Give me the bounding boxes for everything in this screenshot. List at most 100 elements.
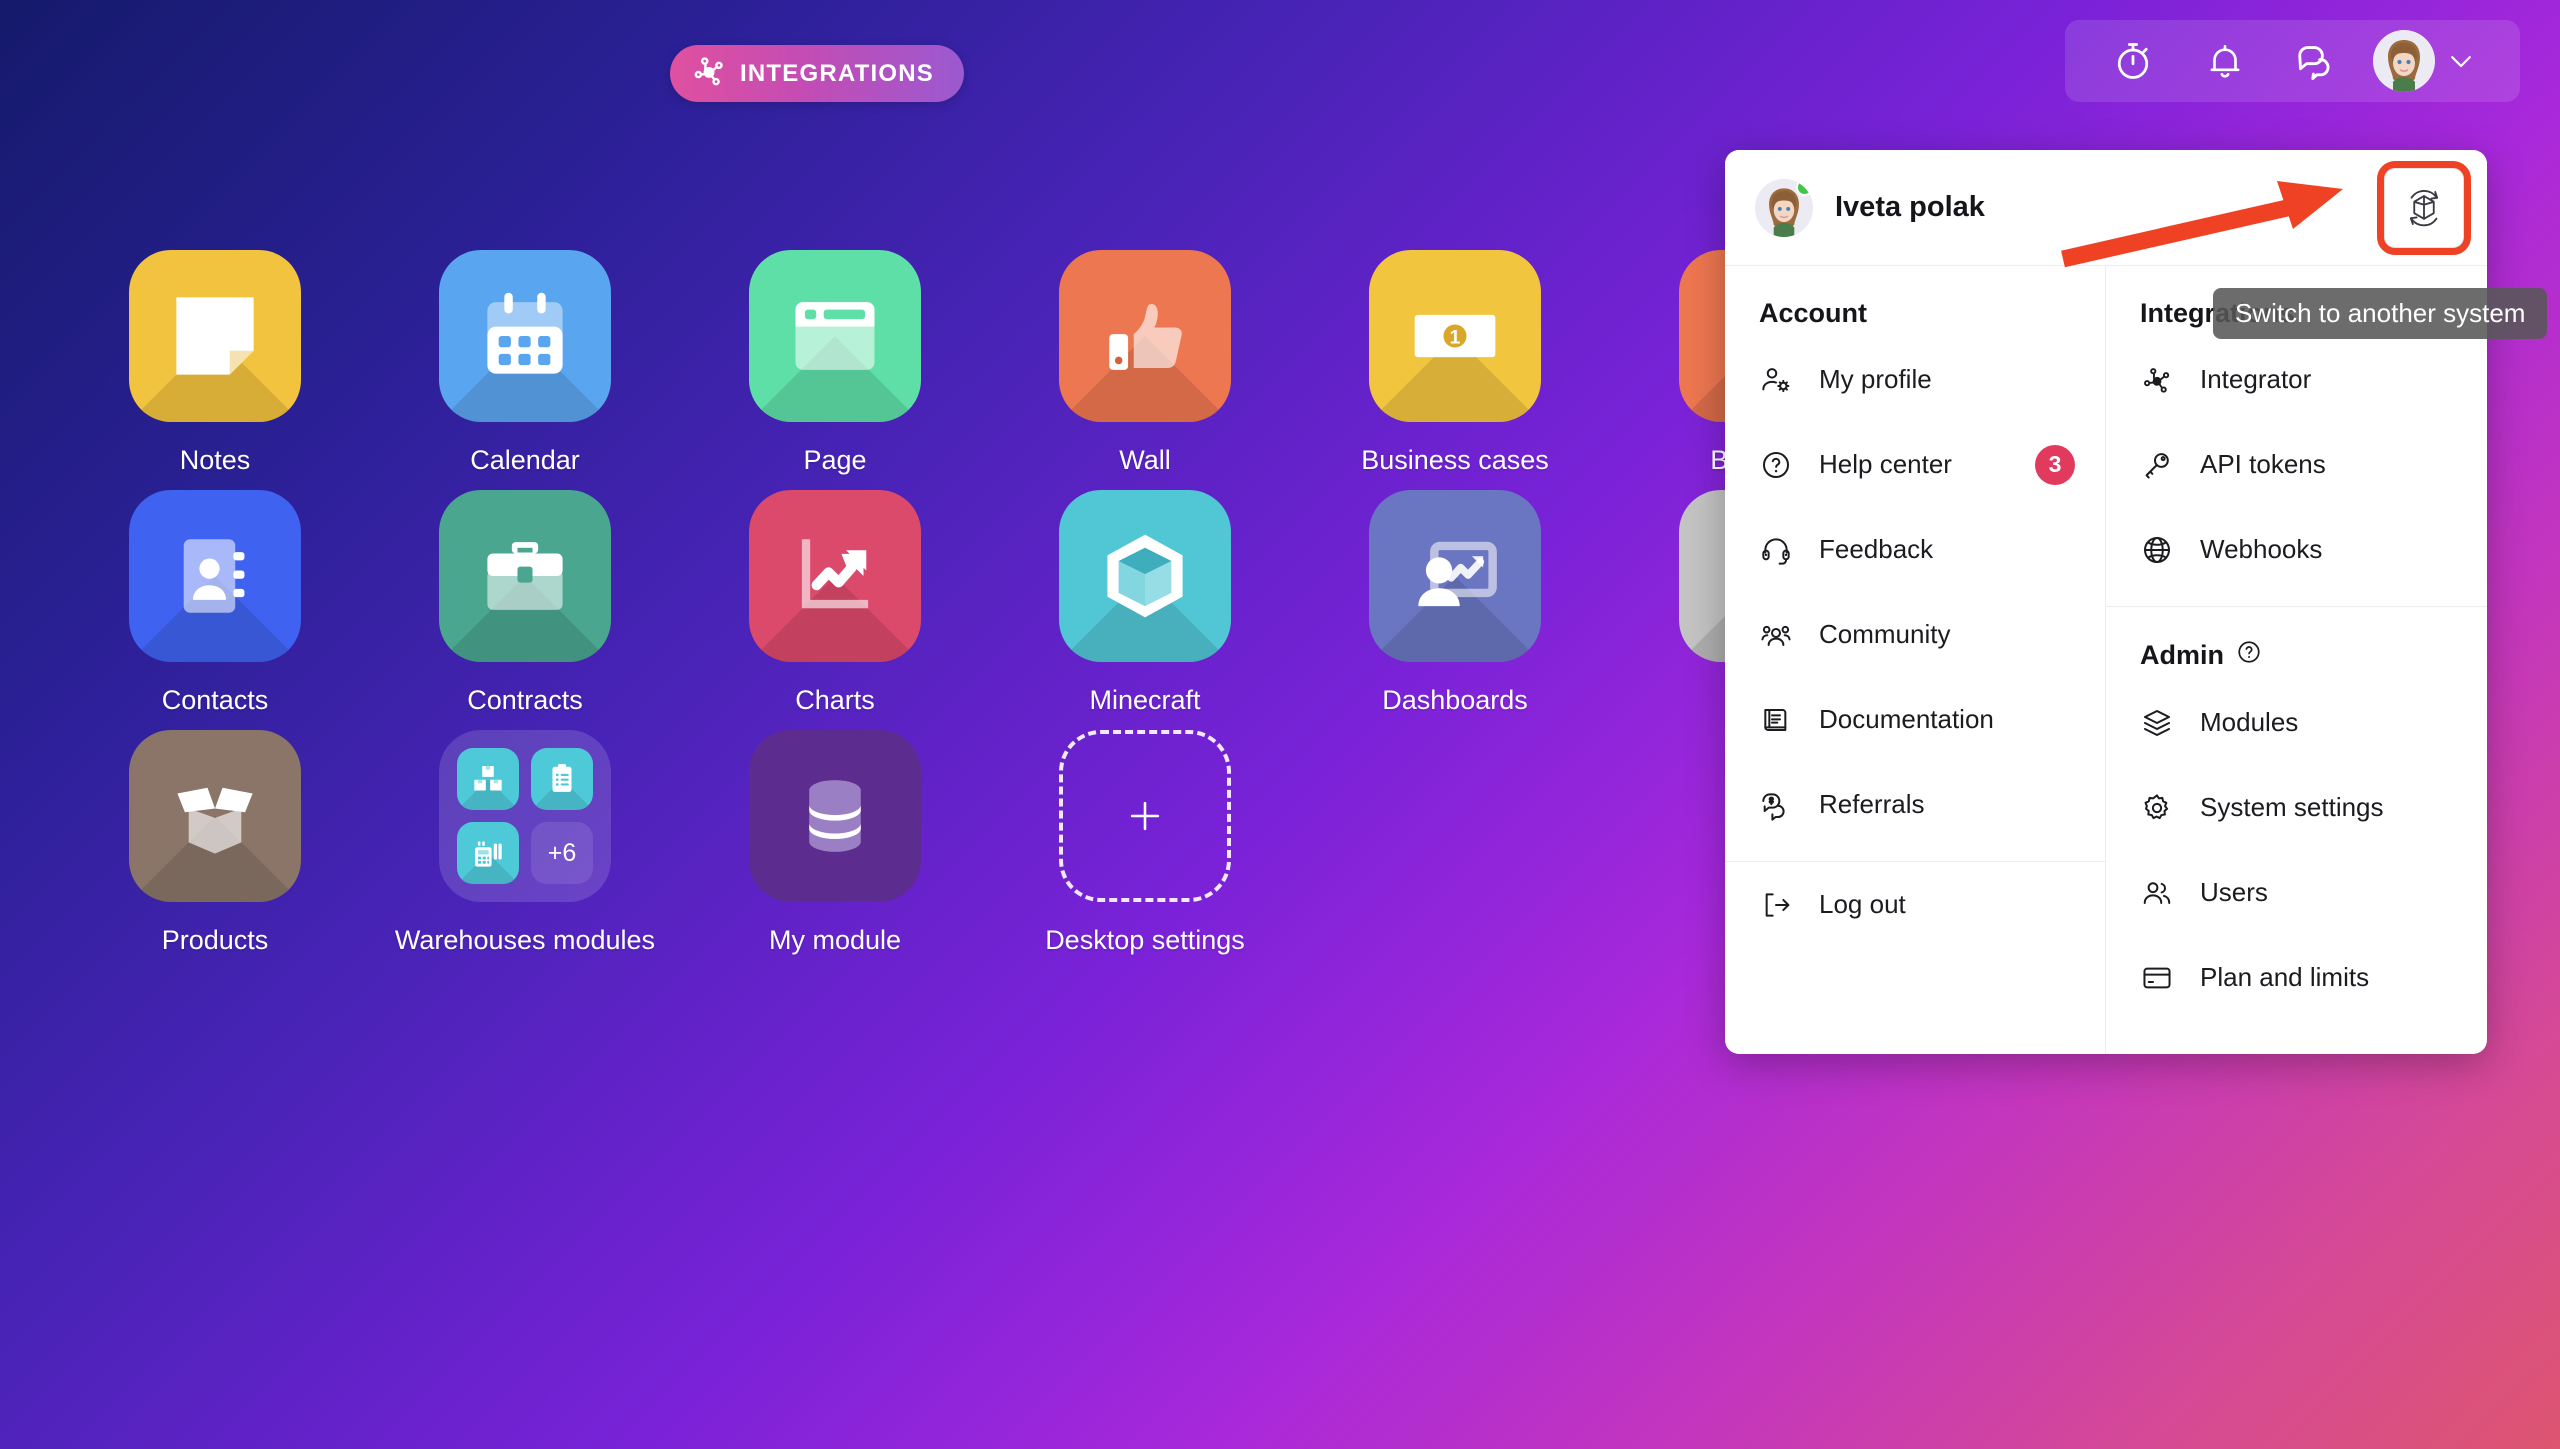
integrations-network-icon [2140,363,2174,397]
app-tile-wall[interactable]: Wall [990,250,1300,490]
folder-more-count: +6 [531,822,593,884]
integrations-badge[interactable]: INTEGRATIONS [670,45,964,102]
app-tile-dashboards[interactable]: Dashboards [1300,490,1610,730]
menu-item-users[interactable]: Users [2106,850,2487,935]
menu-item-label: Help center [1819,449,1952,479]
menu-item-label: Documentation [1819,704,1994,734]
chat-bubbles-icon[interactable] [2271,20,2363,102]
app-icon-minecraft [1059,490,1231,662]
globe-icon [2140,533,2174,567]
add-tile-placeholder[interactable] [1059,730,1231,902]
app-icon-charts [749,490,921,662]
app-label: Products [161,925,269,955]
app-icon-contracts [439,490,611,662]
app-tile-desktop-settings[interactable]: Desktop settings [990,730,1300,970]
app-label: Business cases [1361,445,1549,475]
app-label: Contracts [467,685,583,715]
menu-item-referrals[interactable]: Referrals [1725,762,2105,847]
menu-item-my-profile[interactable]: My profile [1725,337,2105,422]
menu-item-modules[interactable]: Modules [2106,680,2487,765]
app-tile-minecraft[interactable]: Minecraft [990,490,1300,730]
app-icon-calendar [439,250,611,422]
app-tile-business-cases[interactable]: 1 Business cases [1300,250,1610,490]
svg-text:1: 1 [1450,328,1461,349]
menu-item-community[interactable]: Community [1725,592,2105,677]
plus-icon [1130,801,1160,831]
menu-item-label: API tokens [2200,449,2326,479]
logout-icon [1759,888,1793,922]
menu-item-integrator[interactable]: Integrator [2106,337,2487,422]
help-center-badge: 3 [2035,444,2075,485]
app-tile-products[interactable]: Products [60,730,370,970]
app-label: Dashboards [1382,685,1528,715]
cube-refresh-icon [2409,189,2439,226]
database-icon [809,780,861,852]
switch-system-button[interactable] [2377,160,2471,255]
cube-icon [1107,534,1183,618]
money-chat-icon [1759,788,1793,822]
chevron-down-icon[interactable] [2435,20,2487,102]
app-tile-charts[interactable]: Charts [680,490,990,730]
app-icon-products [129,730,301,902]
account-menu-header: Iveta polak [1725,150,2487,265]
app-folder-warehouses-modules[interactable]: +6 Warehouses modules [370,730,680,970]
app-tile-notes[interactable]: Notes [60,250,370,490]
menu-item-log-out[interactable]: Log out [1725,862,2105,947]
app-label: Page [803,445,867,475]
tooltip-switch-system: Switch to another system [2213,288,2548,339]
app-tile-page[interactable]: Page [680,250,990,490]
banknote-icon: 1 [1414,314,1496,358]
stopwatch-icon[interactable] [2087,20,2179,102]
gear-icon [2140,791,2174,825]
menu-item-feedback[interactable]: Feedback [1725,507,2105,592]
key-icon [2140,448,2174,482]
menu-item-label: Log out [1819,889,1906,919]
app-label: Charts [795,685,875,715]
app-label: Contacts [161,685,269,715]
account-menu-left-column: Account My profile Help center 3 Feedbac… [1725,266,2106,1054]
app-tile-contracts[interactable]: Contracts [370,490,680,730]
question-circle-icon [1759,448,1793,482]
menu-item-label: My profile [1819,364,1932,394]
book-icon [1759,703,1793,737]
app-label: Warehouses modules [394,925,656,955]
menu-item-plan-and-limits[interactable]: Plan and limits [2106,935,2487,1020]
app-label: Minecraft [1089,685,1201,715]
menu-item-label: Referrals [1819,789,1925,819]
app-icon-dashboards [1369,490,1541,662]
window-icon [795,302,875,370]
menu-item-documentation[interactable]: Documentation [1725,677,2105,762]
account-user-name: Iveta polak [1835,191,1985,223]
account-menu-body: Account My profile Help center 3 Feedbac… [1725,265,2487,1054]
question-circle-icon[interactable] [2236,639,2262,672]
menu-item-label: Community [1819,619,1951,649]
app-label: My module [768,925,902,955]
user-settings-icon [1759,363,1793,397]
section-title-admin-label: Admin [2140,640,2224,670]
menu-item-label: Modules [2200,707,2299,737]
menu-item-help-center[interactable]: Help center 3 [1725,422,2105,507]
headset-icon [1759,533,1793,567]
app-icon-business-cases: 1 [1369,250,1541,422]
app-label: Calendar [470,445,580,475]
menu-item-webhooks[interactable]: Webhooks [2106,507,2487,592]
menu-item-api-tokens[interactable]: API tokens [2106,422,2487,507]
credit-card-icon [2140,961,2174,995]
app-label: Desktop settings [1045,925,1245,955]
app-tile-contacts[interactable]: Contacts [60,490,370,730]
calendar-icon [487,292,563,374]
app-label: Wall [1119,445,1171,475]
app-tile-calendar[interactable]: Calendar [370,250,680,490]
presentation-icon [1418,541,1497,607]
menu-item-label: Webhooks [2200,534,2323,564]
avatar[interactable] [2373,30,2435,92]
menu-item-label: System settings [2200,792,2384,822]
app-icon-contacts [129,490,301,662]
menu-item-system-settings[interactable]: System settings [2106,765,2487,850]
integrations-network-icon [692,54,726,93]
menu-item-label: Plan and limits [2200,962,2370,992]
app-tile-my-module[interactable]: My module [680,730,990,970]
bell-icon[interactable] [2179,20,2271,102]
people-group-icon [1759,618,1793,652]
app-icon-page [749,250,921,422]
